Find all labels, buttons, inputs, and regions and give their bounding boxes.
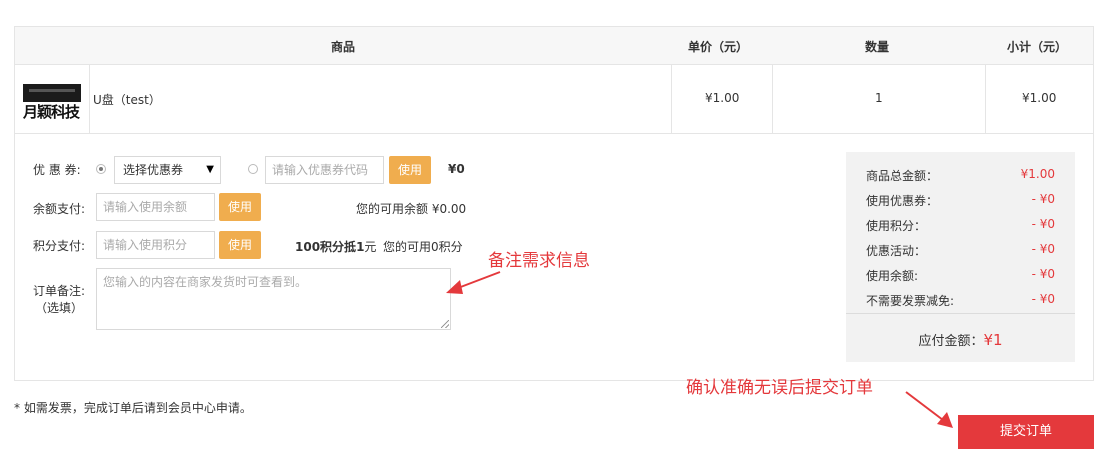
submit-order-button[interactable]: 提交订单 <box>958 415 1094 449</box>
arrow-icon <box>905 391 953 428</box>
